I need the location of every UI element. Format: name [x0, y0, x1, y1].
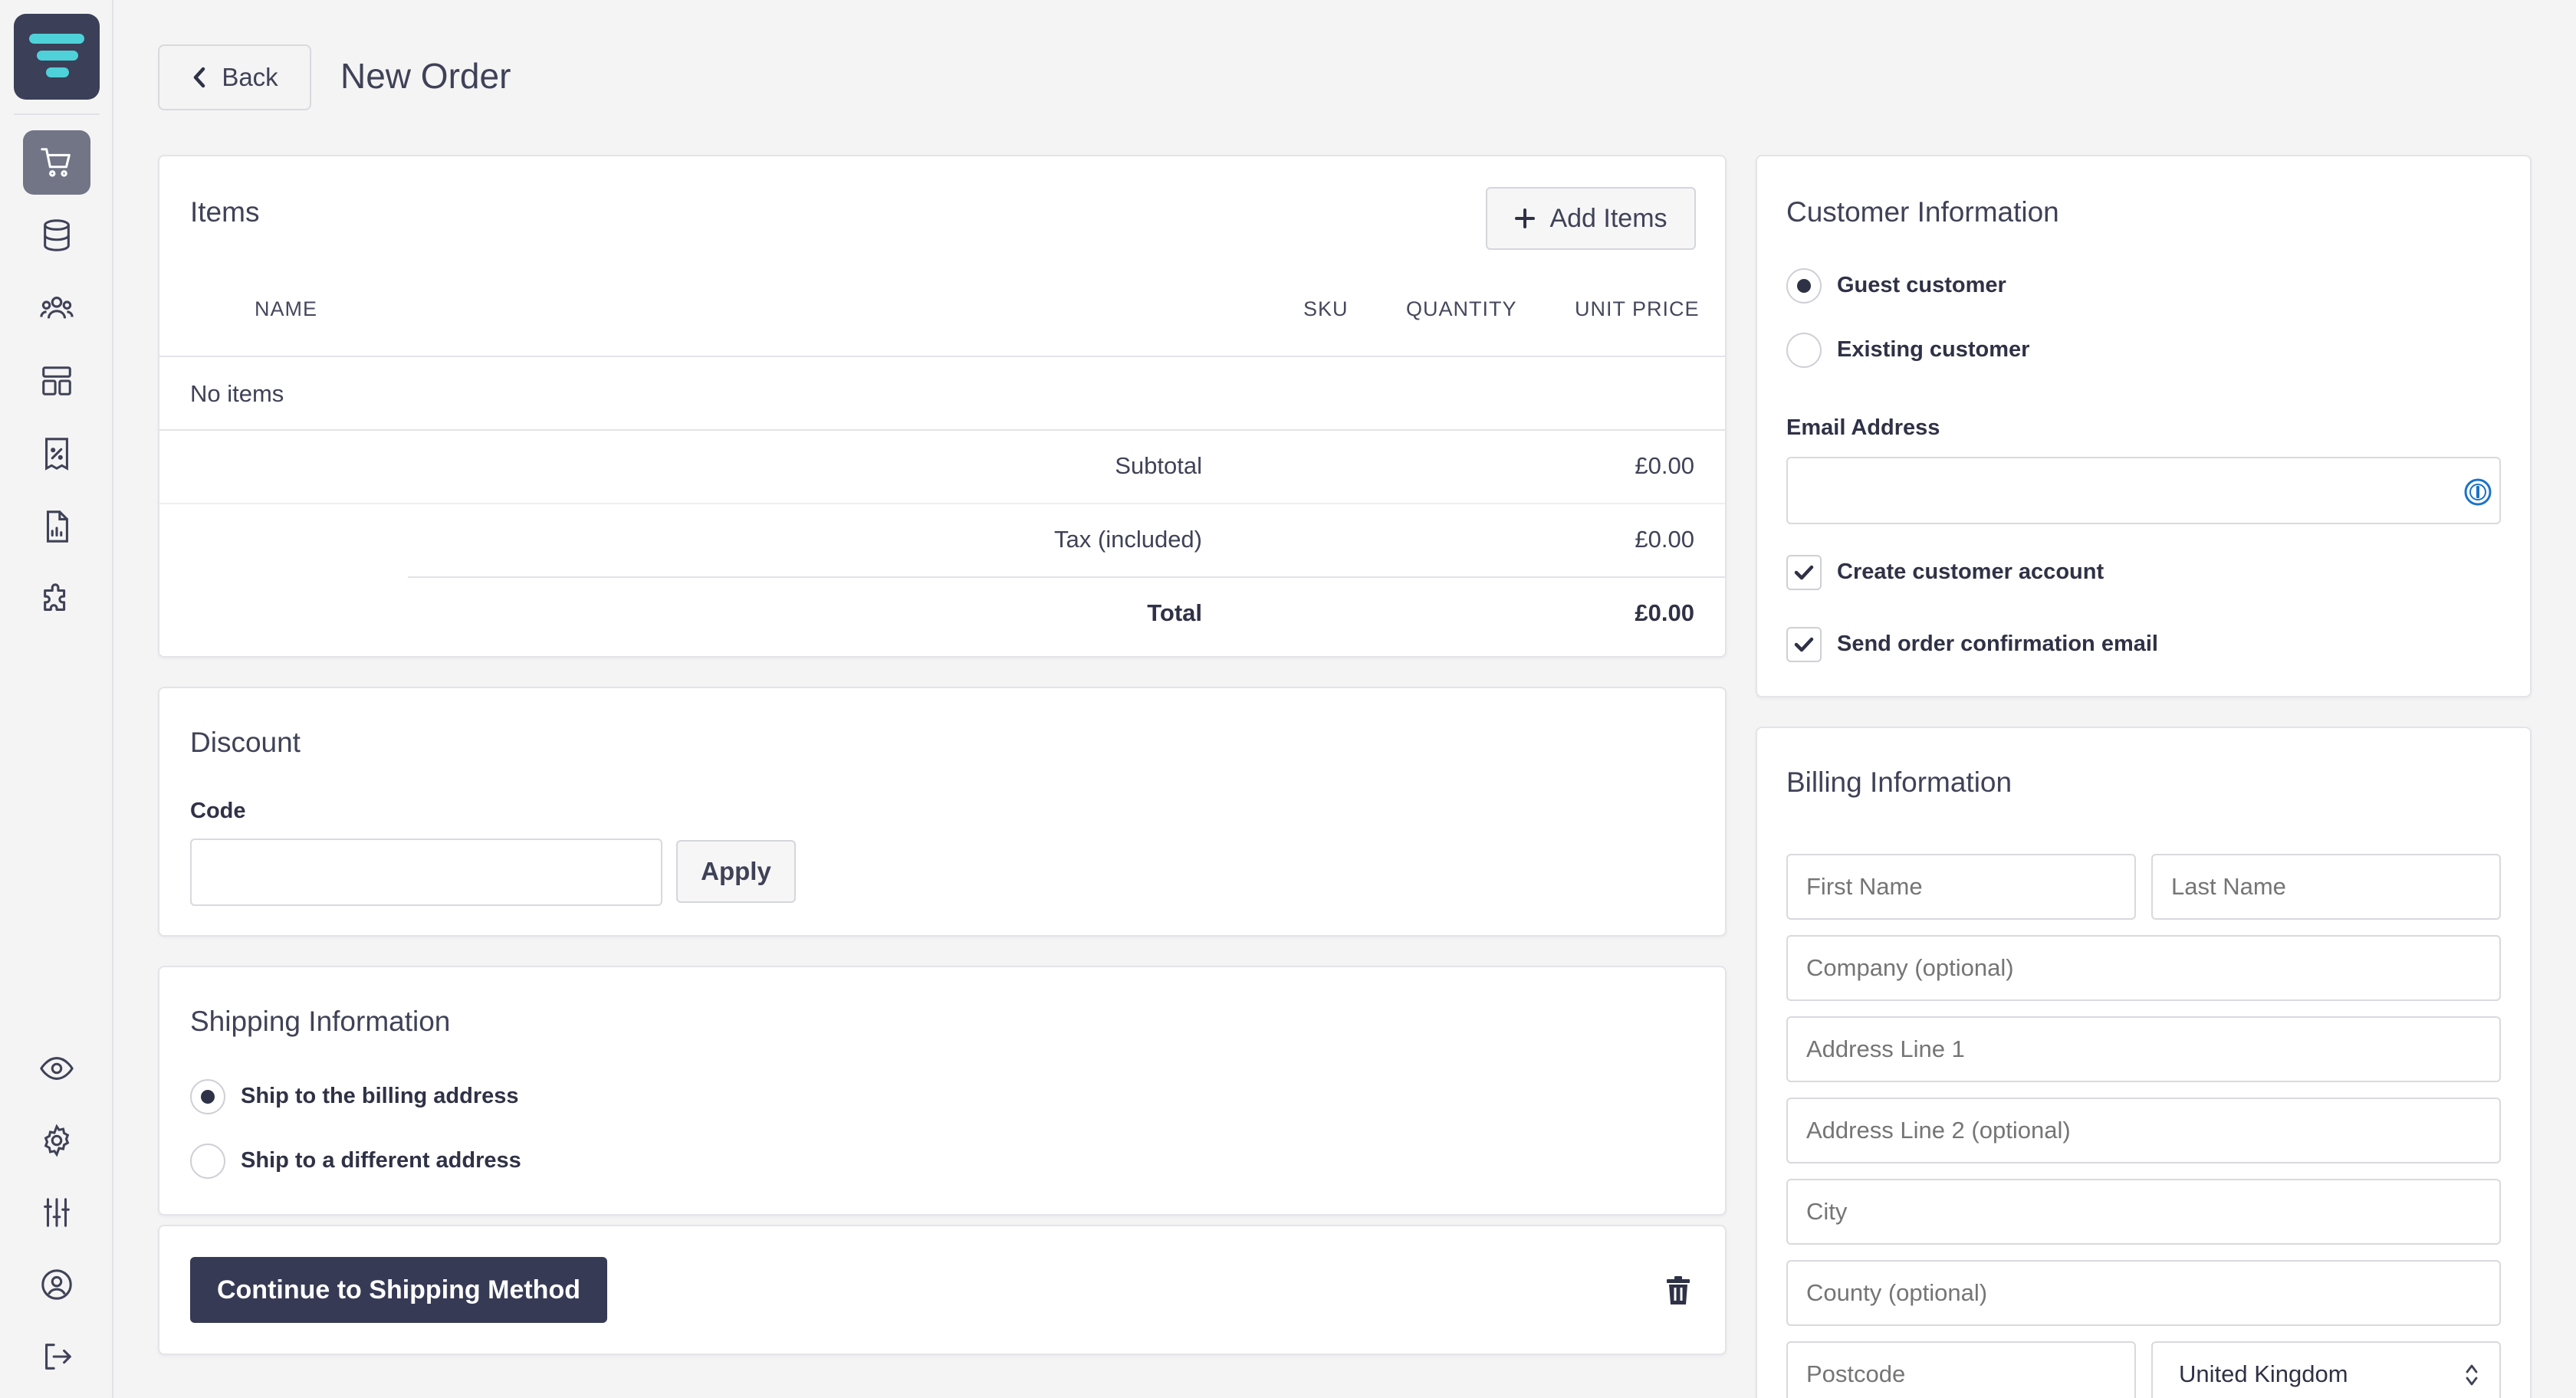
sidebar-divider [14, 113, 100, 115]
database-icon [44, 219, 70, 251]
nav-promotions[interactable] [23, 422, 90, 486]
nav-account[interactable] [23, 1252, 90, 1317]
nav-config[interactable] [23, 1180, 90, 1245]
first-name-input[interactable] [1786, 854, 2136, 920]
nav-settings[interactable] [23, 1108, 90, 1173]
back-button[interactable]: Back [158, 44, 311, 110]
discount-title: Discount [190, 727, 301, 758]
cart-icon [41, 148, 71, 177]
existing-customer-label: Existing customer [1837, 337, 2030, 362]
items-title: Items [190, 196, 260, 228]
customer-title: Customer Information [1786, 196, 2059, 228]
subtotal-value: £0.00 [1635, 452, 1694, 479]
page-title: New Order [340, 56, 511, 96]
divider [159, 356, 1725, 357]
receipt-percent-icon [45, 438, 68, 471]
nav-view-store[interactable] [23, 1036, 90, 1101]
discount-card: Discount Code Apply [158, 687, 1727, 937]
trash-icon[interactable] [1665, 1275, 1691, 1306]
customer-card: Customer Information Guest customer Exis… [1756, 155, 2532, 697]
column-header-quantity: QUANTITY [1406, 297, 1517, 320]
email-input[interactable] [1786, 457, 2501, 524]
company-input[interactable] [1786, 935, 2501, 1001]
create-account-checkbox[interactable] [1786, 555, 1822, 590]
gear-icon [44, 1124, 70, 1157]
ship-different-radio[interactable] [190, 1144, 225, 1179]
shipping-title: Shipping Information [190, 1006, 451, 1037]
postcode-input[interactable] [1786, 1341, 2136, 1398]
billing-title: Billing Information [1786, 766, 2013, 798]
add-items-button[interactable]: Add Items [1486, 187, 1696, 250]
divider [159, 429, 1725, 431]
tax-value: £0.00 [1635, 526, 1694, 553]
nav-orders[interactable] [23, 130, 90, 195]
nav-customers[interactable] [23, 276, 90, 340]
code-label: Code [190, 799, 246, 823]
plus-icon [1515, 208, 1536, 228]
ship-different-label: Ship to a different address [241, 1148, 521, 1173]
puzzle-icon [44, 583, 66, 611]
column-header-sku: SKU [1303, 297, 1349, 320]
add-items-label: Add Items [1549, 203, 1668, 233]
nav-logout[interactable] [23, 1324, 90, 1389]
password-manager-icon[interactable] [2464, 478, 2492, 506]
country-select[interactable]: United Kingdom [2151, 1341, 2501, 1398]
send-confirmation-checkbox[interactable] [1786, 627, 1822, 662]
check-icon [1794, 637, 1814, 652]
empty-items-text: No items [190, 380, 284, 407]
email-label: Email Address [1786, 415, 1940, 440]
shipping-card: Shipping Information Ship to the billing… [158, 966, 1727, 1216]
city-input[interactable] [1786, 1179, 2501, 1245]
tax-label: Tax (included) [1054, 526, 1202, 553]
existing-customer-radio[interactable] [1786, 333, 1822, 368]
guest-customer-radio[interactable] [1786, 268, 1822, 304]
logo-icon [29, 34, 84, 77]
ship-billing-label: Ship to the billing address [241, 1084, 519, 1108]
total-value: £0.00 [1635, 599, 1694, 626]
report-icon [46, 510, 68, 543]
nav-extensions[interactable] [23, 567, 90, 632]
nav-content[interactable] [23, 349, 90, 413]
continue-shipping-button[interactable]: Continue to Shipping Method [190, 1257, 607, 1323]
column-header-name: NAME [255, 297, 318, 320]
column-header-unit-price: UNIT PRICE [1575, 297, 1700, 320]
logout-icon [45, 1344, 71, 1370]
sidebar [0, 0, 113, 1398]
discount-code-input[interactable] [190, 838, 662, 906]
check-icon [1794, 565, 1814, 580]
nav-reports[interactable] [23, 494, 90, 559]
divider [159, 503, 1725, 504]
create-account-label: Create customer account [1837, 560, 2104, 584]
users-icon [40, 297, 74, 319]
chevron-left-icon [194, 67, 205, 88]
address-line1-input[interactable] [1786, 1016, 2501, 1082]
total-label: Total [1147, 599, 1202, 626]
items-card: Items Add Items NAME SKU QUANTITY UNIT P… [158, 155, 1727, 658]
ship-billing-radio[interactable] [190, 1079, 225, 1114]
send-confirmation-label: Send order confirmation email [1837, 632, 2158, 656]
apply-button[interactable]: Apply [676, 840, 796, 903]
last-name-input[interactable] [2151, 854, 2501, 920]
back-label: Back [222, 63, 278, 91]
guest-customer-label: Guest customer [1837, 273, 2006, 297]
select-arrows-icon [2466, 1364, 2478, 1386]
nav-products[interactable] [23, 203, 90, 267]
layout-icon [42, 366, 71, 395]
eye-icon [40, 1057, 74, 1080]
divider [408, 576, 1725, 578]
user-circle-icon [41, 1269, 72, 1300]
country-select-value: United Kingdom [2179, 1360, 2348, 1387]
county-input[interactable] [1786, 1260, 2501, 1326]
address-line2-input[interactable] [1786, 1098, 2501, 1163]
sliders-icon [44, 1198, 70, 1227]
app-logo[interactable] [14, 14, 100, 100]
billing-card: Billing Information United Kingdom [1756, 727, 2532, 1398]
subtotal-label: Subtotal [1115, 452, 1202, 479]
order-actions-card: Continue to Shipping Method [158, 1225, 1727, 1355]
